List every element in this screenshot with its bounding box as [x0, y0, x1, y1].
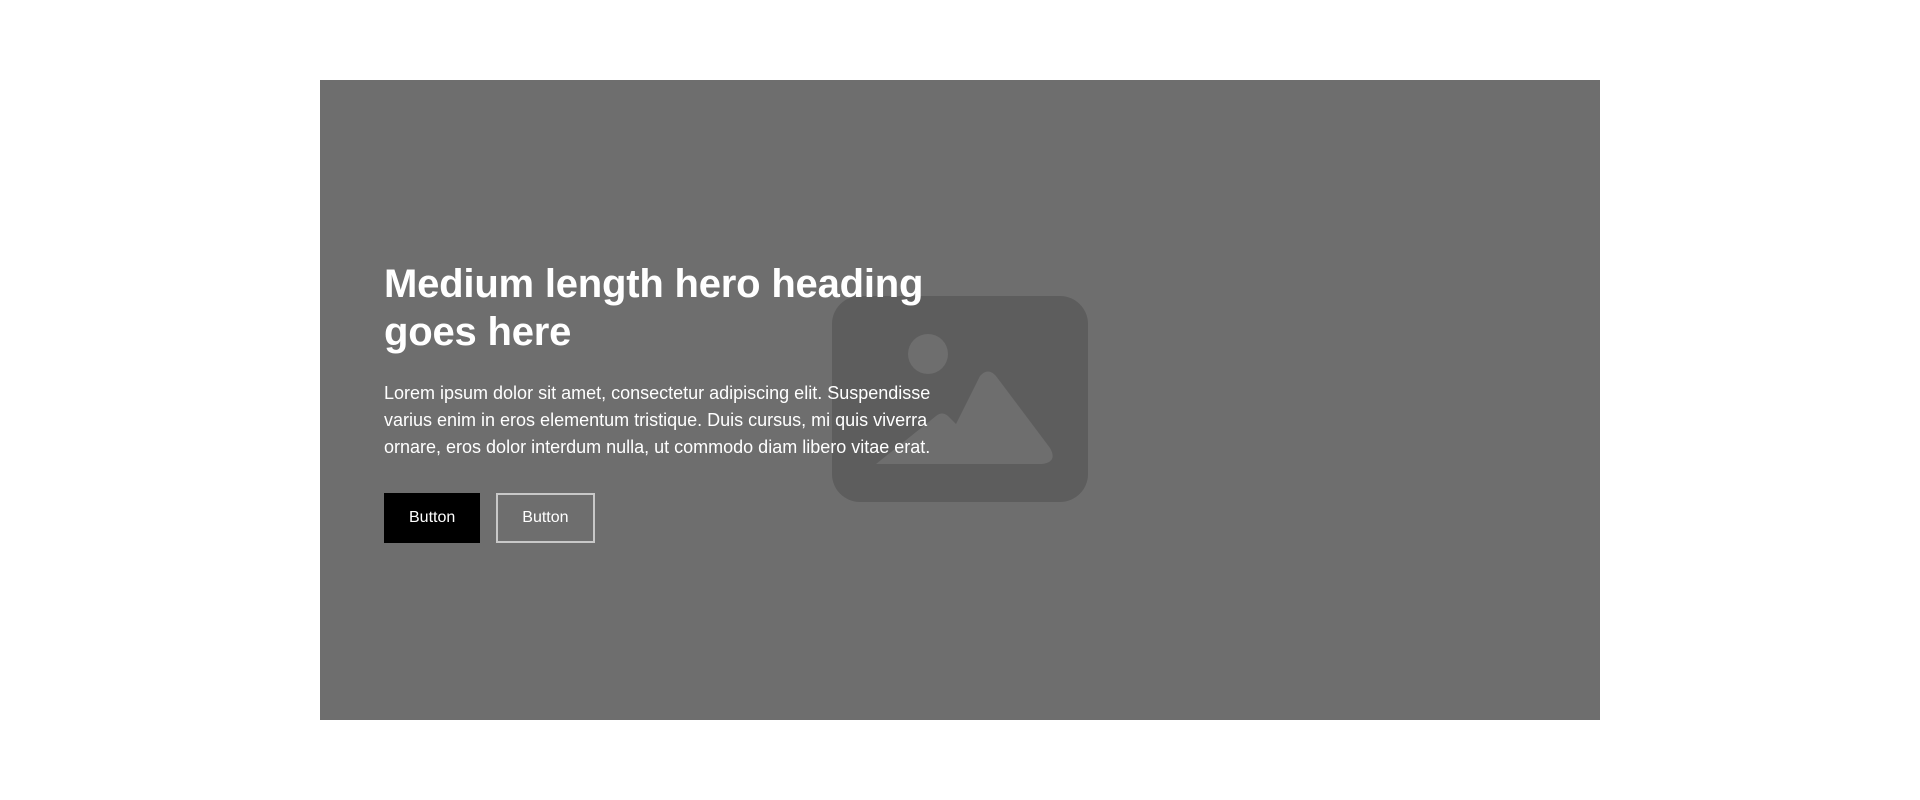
hero-description: Lorem ipsum dolor sit amet, consectetur … — [384, 383, 931, 457]
hero-heading: Medium length hero heading goes here — [384, 262, 924, 354]
button-group: Button Button — [384, 493, 964, 543]
secondary-button[interactable]: Button — [496, 493, 595, 543]
page: Medium length hero heading goes here Lor… — [0, 0, 1920, 800]
hero-section: Medium length hero heading goes here Lor… — [320, 80, 1600, 720]
hero-content: Medium length hero heading goes here Lor… — [384, 260, 964, 543]
primary-button[interactable]: Button — [384, 493, 481, 543]
